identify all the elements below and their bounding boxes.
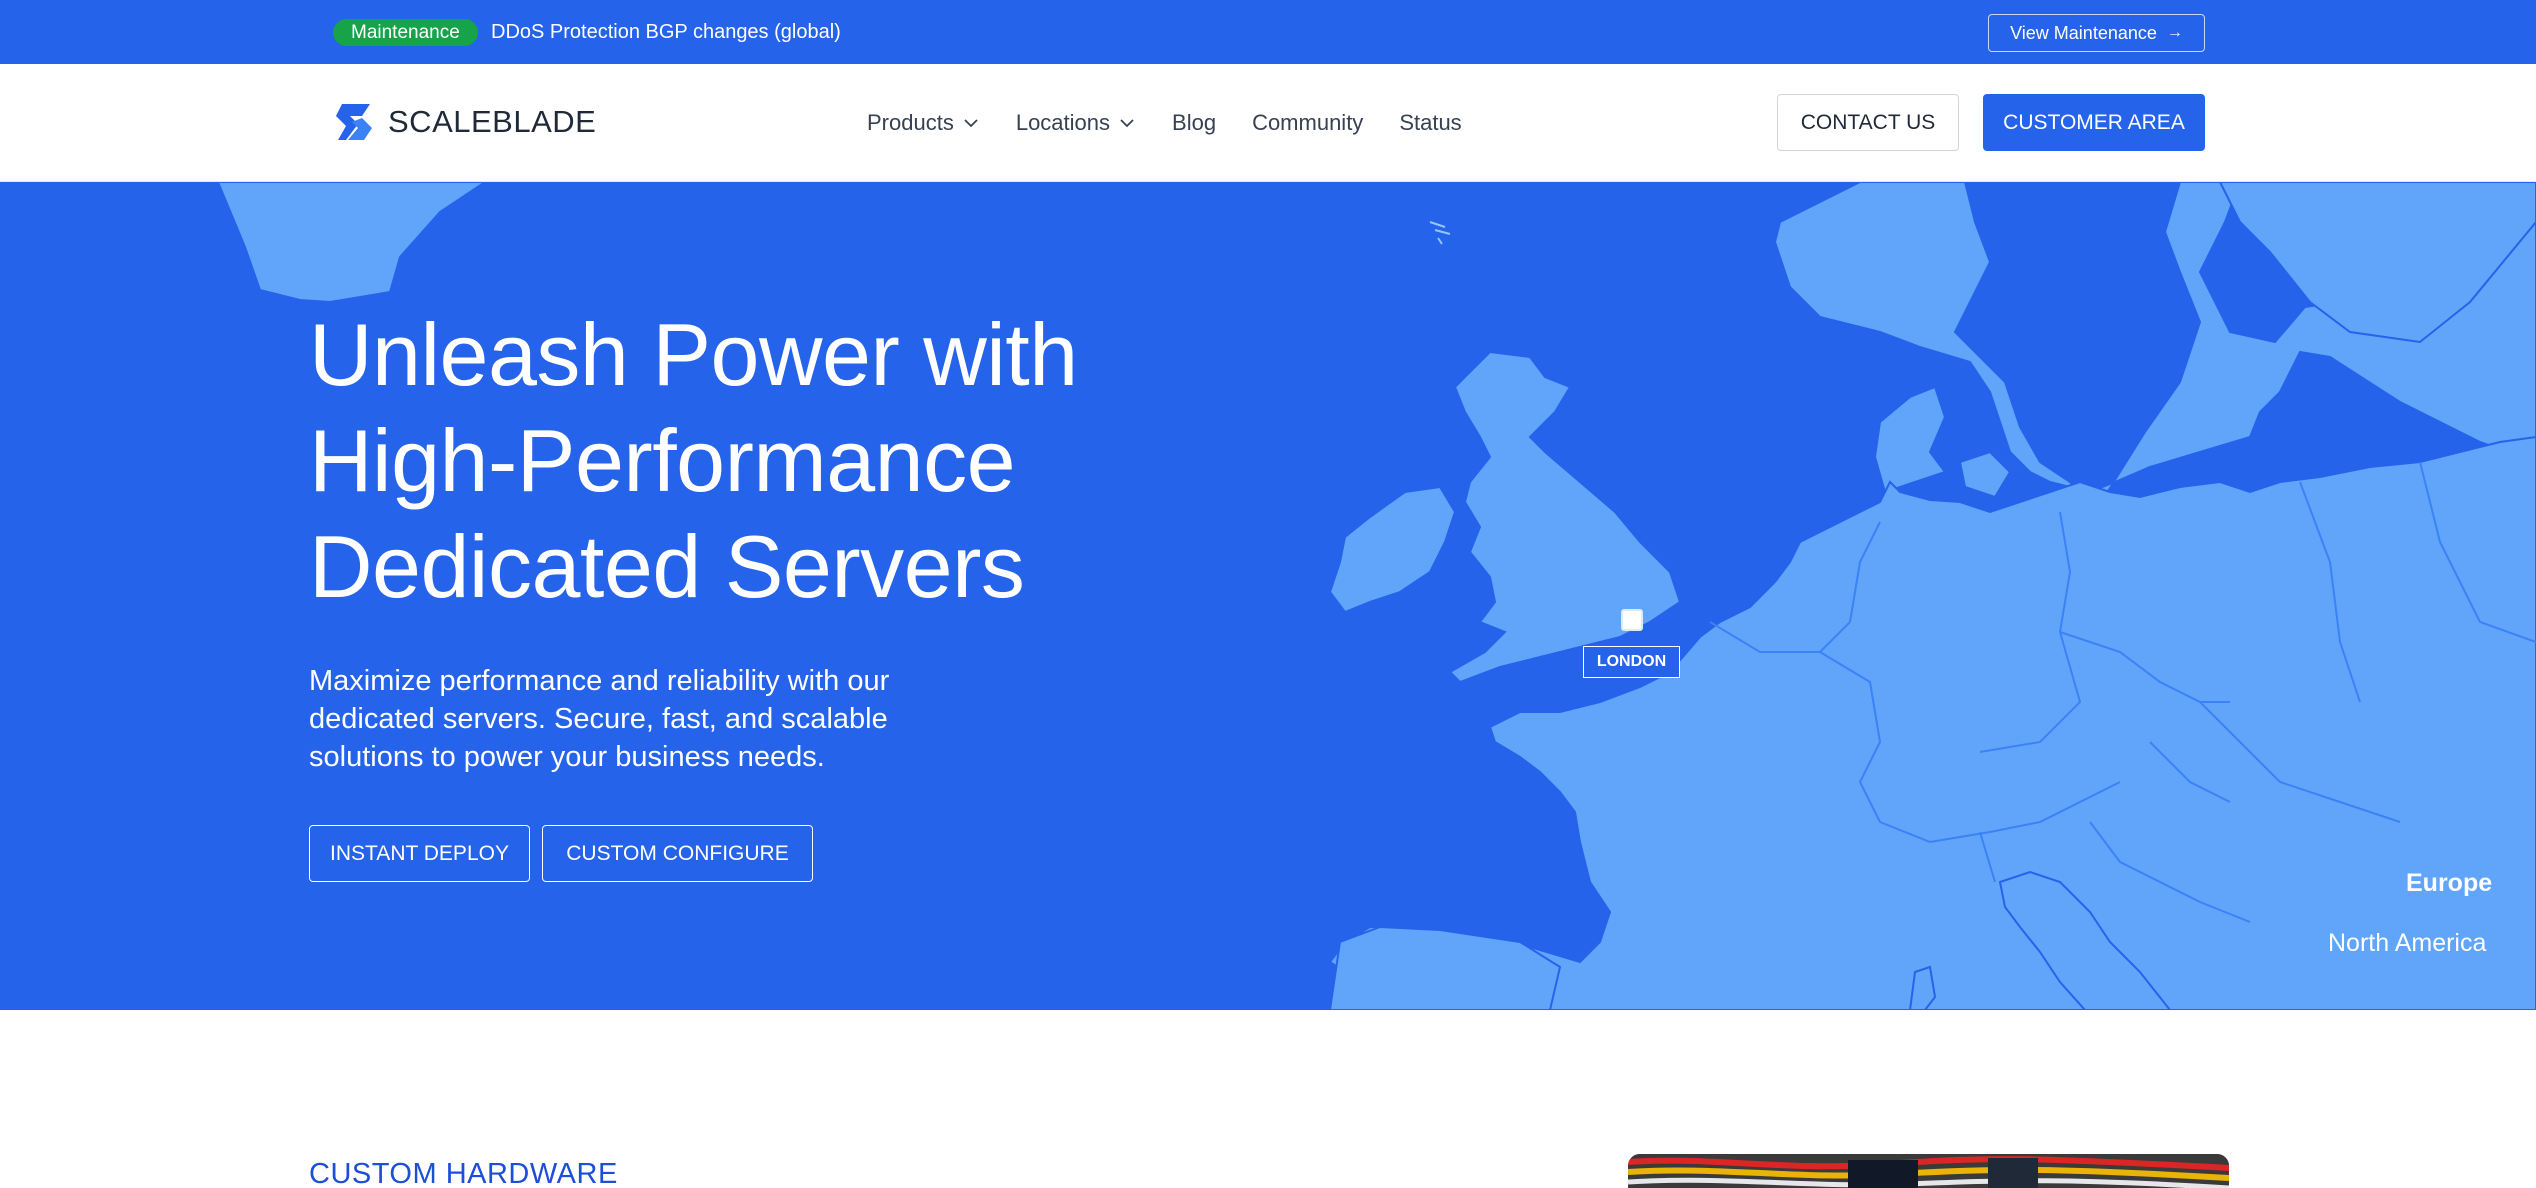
cables-image <box>1628 1154 2229 1188</box>
hero-section: Unleash Power with High-Performance Dedi… <box>0 182 2536 1010</box>
chevron-down-icon <box>1120 119 1134 128</box>
customer-area-button[interactable]: CUSTOMER AREA <box>1983 94 2205 151</box>
custom-configure-button[interactable]: CUSTOM CONFIGURE <box>542 825 813 882</box>
logo-text: SCALEBLADE <box>388 104 597 139</box>
announcement-text[interactable]: DDoS Protection BGP changes (global) <box>491 19 841 46</box>
view-maintenance-label: View Maintenance <box>2010 22 2157 43</box>
nav-status-label: Status <box>1399 110 1462 135</box>
view-maintenance-button[interactable]: View Maintenance → <box>1988 14 2205 52</box>
hardware-photo <box>1628 1154 2229 1188</box>
region-europe-tab[interactable]: Europe <box>2406 869 2492 898</box>
hero-title-line-3: Dedicated Servers <box>309 517 1025 616</box>
nav-status[interactable]: Status <box>1399 110 1461 136</box>
hero-subtitle: Maximize performance and reliability wit… <box>309 665 890 773</box>
arrow-right-icon: → <box>2166 24 2183 41</box>
announcement-bar: Maintenance DDoS Protection BGP changes … <box>0 0 2536 64</box>
nav-locations-label: Locations <box>1015 110 1111 135</box>
instant-deploy-button[interactable]: INSTANT DEPLOY <box>309 825 530 882</box>
nav-community[interactable]: Community <box>1252 110 1363 136</box>
nav-products[interactable]: Products <box>867 110 980 136</box>
london-label[interactable]: LONDON <box>1583 646 1680 678</box>
hero-title-line-1: Unleash Power with <box>309 305 1078 404</box>
hero-title: Unleash Power with High-Performance Dedi… <box>309 302 1209 620</box>
logo[interactable]: SCALEBLADE <box>332 100 596 144</box>
maintenance-badge: Maintenance <box>333 19 478 46</box>
custom-hardware-heading: CUSTOM HARDWARE <box>309 1158 618 1188</box>
nav-products-label: Products <box>867 110 954 135</box>
nav-blog[interactable]: Blog <box>1172 110 1216 136</box>
chevron-down-icon <box>964 119 978 128</box>
main-nav: Products Locations Blog Community Status <box>867 106 1498 140</box>
hero-title-line-2: High-Performance <box>309 411 1016 510</box>
site-header: SCALEBLADE Products Locations Blog Commu… <box>0 64 2536 182</box>
nav-locations[interactable]: Locations <box>1016 110 1136 136</box>
region-north-america-tab[interactable]: North America <box>2328 929 2486 958</box>
london-location-marker[interactable] <box>1621 609 1643 631</box>
nav-blog-label: Blog <box>1172 110 1217 135</box>
contact-us-button[interactable]: CONTACT US <box>1777 94 1959 151</box>
nav-community-label: Community <box>1252 110 1364 135</box>
scaleblade-logo-icon <box>336 104 372 140</box>
